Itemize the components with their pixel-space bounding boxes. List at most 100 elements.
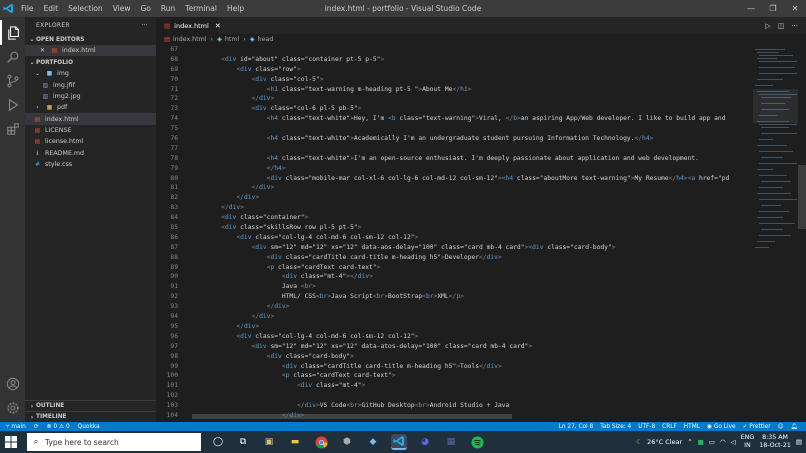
code-line[interactable]: 91 Java <br>	[156, 282, 752, 292]
code-line[interactable]: 81 </div>	[156, 183, 752, 193]
restore-icon[interactable]: ❐	[762, 0, 784, 17]
breadcrumb-head[interactable]: head	[258, 36, 274, 43]
timeline-section[interactable]: › TIMELINE	[25, 411, 156, 422]
code-line[interactable]: 87 <div sm="12" md="12" xs="12" data-aos…	[156, 243, 752, 253]
discord-icon[interactable]: ◕	[417, 434, 433, 450]
task-view-icon[interactable]: ⧉	[235, 434, 251, 450]
taskbar-search-box[interactable]: ⌕ Type here to search	[27, 433, 201, 451]
file-tree-item[interactable]: # style.css	[25, 159, 156, 170]
code-line[interactable]: 94 </div>	[156, 312, 752, 322]
code-line[interactable]: 93 </div>	[156, 302, 752, 312]
search-icon[interactable]	[0, 44, 25, 69]
problems-item[interactable]: ⊗ 0 ⚠ 0	[47, 424, 70, 430]
go-live-item[interactable]: ◉ Go Live	[707, 424, 736, 430]
menu-item-go[interactable]: Go	[135, 0, 155, 17]
file-tree-item[interactable]: ⌄ ■ img	[25, 68, 156, 79]
tab-index-html[interactable]: ▤ index.html ✕	[156, 17, 221, 34]
code-line[interactable]: 75	[156, 124, 752, 134]
file-tree-item[interactable]: ▨ img.jfif	[25, 80, 156, 91]
code-line[interactable]: 73 <div class="col-6 pl-5 pb-5">	[156, 104, 752, 114]
file-tree-item[interactable]: ▤ LICENSE	[25, 125, 156, 136]
code-line[interactable]: 70 <div class="col-5">	[156, 75, 752, 85]
network-icon[interactable]: ▭	[709, 438, 715, 446]
end-of-line[interactable]: CRLF	[662, 424, 677, 430]
code-line[interactable]: 92 HTML/ CSS<br>Java Script<br>BootStrap…	[156, 292, 752, 302]
open-editor-item[interactable]: ✕ ▤ index.html	[25, 45, 156, 57]
source-control-icon[interactable]	[0, 68, 25, 93]
code-line[interactable]: 95 </div>	[156, 322, 752, 332]
code-line[interactable]: 72 </div>	[156, 94, 752, 104]
outline-section[interactable]: › OUTLINE	[25, 400, 156, 411]
code-line[interactable]: 69 <div class="row">	[156, 65, 752, 75]
close-editor-icon[interactable]: ✕	[38, 47, 47, 54]
tray-app-icon[interactable]: ■	[698, 438, 704, 446]
menu-item-selection[interactable]: Selection	[63, 0, 108, 17]
menu-item-help[interactable]: Help	[222, 0, 249, 17]
code-line[interactable]: 68 <div id="about" class="container pt-5…	[156, 55, 752, 65]
scrollbar-thumb[interactable]	[798, 165, 806, 229]
code-line[interactable]: 90 <div class="mt-4"></div>	[156, 272, 752, 282]
file-tree-item[interactable]: ℹ README.md	[25, 147, 156, 158]
code-line[interactable]: 80 <div class="mobile-mar col-xl-6 col-l…	[156, 174, 752, 184]
vscode-taskbar-icon[interactable]	[391, 434, 407, 450]
code-line[interactable]: 84 <div class="container">	[156, 213, 752, 223]
menu-item-edit[interactable]: Edit	[39, 0, 64, 17]
quokka-item[interactable]: Quokka	[78, 424, 100, 430]
code-line[interactable]: 77	[156, 144, 752, 154]
code-line[interactable]: 86 <div class="col-lg-4 col-md-6 col-sm-…	[156, 233, 752, 243]
breadcrumb-file[interactable]: index.html	[173, 36, 207, 43]
menu-item-file[interactable]: File	[16, 0, 39, 17]
cursor-position[interactable]: Ln 27, Col 8	[559, 424, 594, 430]
code-line[interactable]: 99 <div class="cardTitle card-title m-he…	[156, 362, 752, 372]
language-mode[interactable]: HTML	[684, 424, 700, 430]
explorer-icon[interactable]	[0, 20, 25, 45]
open-editors-section[interactable]: ⌄ OPEN EDITORS	[25, 34, 156, 45]
notification-center-icon[interactable]: ▤	[796, 438, 802, 446]
menu-item-view[interactable]: View	[108, 0, 136, 17]
code-line[interactable]: 100 <p class="cardText card-text">	[156, 371, 752, 381]
code-line[interactable]: 78 <h4 class="text-white">I'm an open-so…	[156, 154, 752, 164]
code-line[interactable]: 83 </div>	[156, 203, 752, 213]
spotify-icon[interactable]	[469, 434, 485, 450]
code-editor[interactable]: 67 68 <div id="about" class="container pt…	[156, 45, 752, 419]
more-actions-icon[interactable]: ···	[141, 22, 148, 29]
feedback-icon[interactable]: ☺	[778, 424, 784, 430]
extensions-icon[interactable]	[0, 116, 25, 141]
store-icon[interactable]: ▣	[261, 434, 277, 450]
file-tree-item[interactable]: › ■ pdf	[25, 102, 156, 113]
weather-text[interactable]: 26°C Clear	[647, 438, 682, 446]
run-icon[interactable]: ▷	[765, 22, 770, 30]
code-line[interactable]: 102	[156, 391, 752, 401]
language-indicator[interactable]: ENG IN	[741, 434, 755, 450]
more-actions-icon[interactable]: ···	[791, 22, 798, 30]
menu-item-run[interactable]: Run	[156, 0, 180, 17]
file-explorer-icon[interactable]: ▬	[287, 434, 303, 450]
code-line[interactable]: 89 <p class="cardText card-text">	[156, 263, 752, 273]
account-icon[interactable]	[0, 371, 25, 396]
chevron-up-icon[interactable]: ⌃	[687, 438, 692, 446]
notifications-bell-icon[interactable]: 🔔︎	[791, 424, 798, 430]
file-tree-item[interactable]: ▤ license.html	[25, 136, 156, 147]
code-line[interactable]: 85 <div class="skillsRow row pl-5 pt-5">	[156, 223, 752, 233]
code-line[interactable]: 103 </div>VS Code<br>GitHub Desktop<br>A…	[156, 401, 752, 411]
code-line[interactable]: 79 </h4>	[156, 164, 752, 174]
app-icon[interactable]: ◆	[365, 434, 381, 450]
code-line[interactable]: 96 <div class="col-lg-4 col-md-6 col-sm-…	[156, 332, 752, 342]
split-editor-icon[interactable]: ◫	[778, 22, 785, 30]
run-debug-icon[interactable]	[0, 92, 25, 117]
code-line[interactable]: 101 <div class="mt-4">	[156, 381, 752, 391]
cortana-icon[interactable]: ◯	[210, 434, 226, 450]
code-line[interactable]: 82 </div>	[156, 193, 752, 203]
chrome-icon[interactable]	[313, 434, 329, 450]
code-line[interactable]: 76 <h4 class="text-white">Academically I…	[156, 134, 752, 144]
close-tab-icon[interactable]: ✕	[215, 22, 221, 30]
app-cube-icon[interactable]: ⬢	[339, 434, 355, 450]
tab-size[interactable]: Tab Size: 4	[600, 424, 631, 430]
volume-icon[interactable]: ◁	[731, 438, 736, 446]
code-line[interactable]: 98 <div class="card-body">	[156, 352, 752, 362]
code-line[interactable]: 71 <h1 class="text-warning m-heading pt-…	[156, 85, 752, 95]
code-line[interactable]: 88 <div class="cardTitle card-title m-he…	[156, 253, 752, 263]
prettier-item[interactable]: ✓ Prettier	[743, 424, 771, 430]
windows-start-icon[interactable]	[4, 435, 18, 449]
file-tree-item[interactable]: ▤ index.html	[25, 113, 156, 125]
